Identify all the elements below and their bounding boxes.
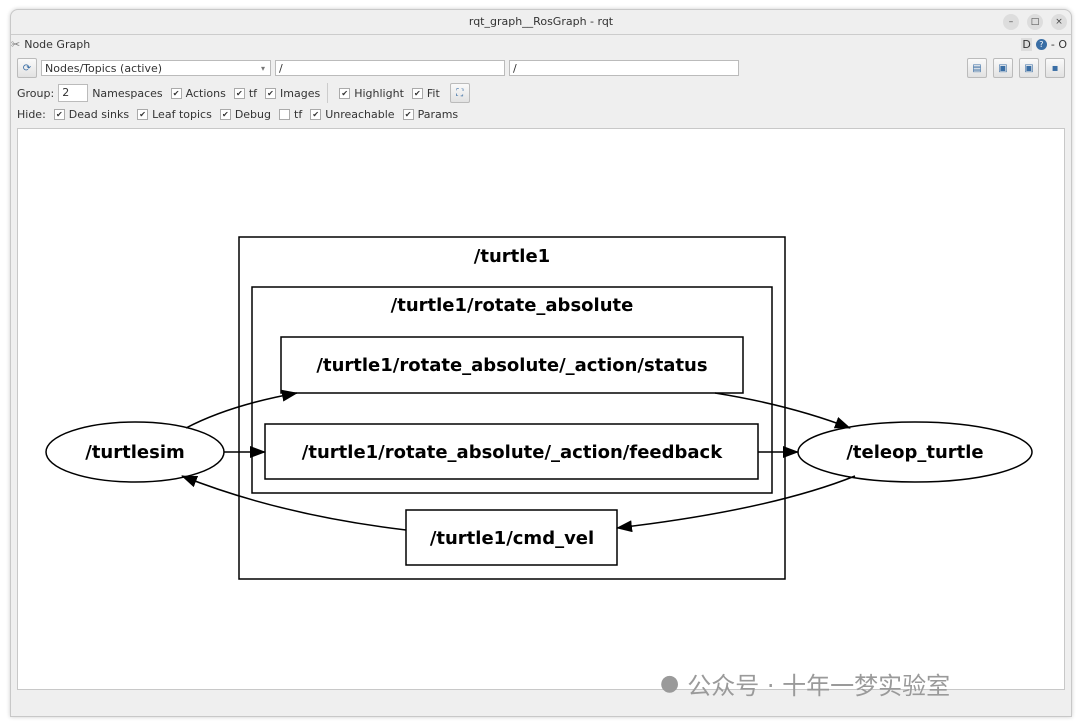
watermark: ● 公众号 · 十年一梦实验室 xyxy=(660,666,950,701)
edge-teleop-cmdvel xyxy=(616,475,856,533)
wechat-icon: ● xyxy=(660,671,680,696)
topic-cmd-vel-label: /turtle1/cmd_vel xyxy=(430,528,594,549)
cluster-turtle1-label: /turtle1 xyxy=(474,246,550,267)
node-turtlesim-label: /turtlesim xyxy=(85,442,185,463)
ros-graph: /turtle1 /turtle1/rotate_absolute /turtl… xyxy=(45,236,1033,580)
node-teleop-turtle-label: /teleop_turtle xyxy=(846,442,983,463)
edge-status-teleop xyxy=(714,392,851,429)
edge-cmdvel-turtlesim xyxy=(181,475,407,531)
watermark-text: 公众号 · 十年一梦实验室 xyxy=(687,672,951,700)
cluster-rotate-absolute-label: /turtle1/rotate_absolute xyxy=(391,295,634,316)
topic-status-label: /turtle1/rotate_absolute/_action/status xyxy=(316,355,707,376)
topic-feedback-label: /turtle1/rotate_absolute/_action/feedbac… xyxy=(302,442,723,463)
edge-turtlesim-status xyxy=(185,389,298,429)
